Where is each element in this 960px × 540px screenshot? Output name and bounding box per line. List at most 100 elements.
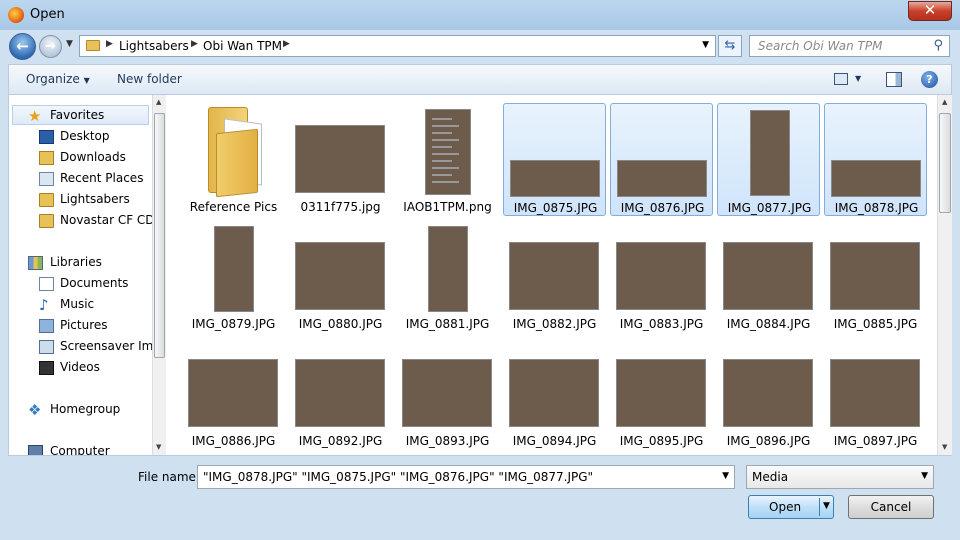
close-button[interactable]: ✕: [908, 1, 952, 21]
file-tile[interactable]: IMG_0894.JPG: [503, 337, 606, 450]
file-tile[interactable]: 0311f775.jpg: [289, 103, 392, 216]
sidebar-item-screensaver[interactable]: Screensaver Imag: [9, 337, 166, 357]
file-list: Reference Pics 0311f775.jpg IAOB1TPM.png IM…: [169, 95, 938, 455]
chevron-down-icon[interactable]: ▼: [722, 471, 729, 481]
sidebar-item-label: Favorites: [50, 108, 105, 122]
image-thumbnail: [510, 160, 600, 197]
file-name-caption: IMG_0883.JPG: [619, 317, 704, 331]
scrollbar-thumb[interactable]: [154, 113, 165, 358]
image-thumbnail: [830, 359, 920, 427]
sidebar-item-lightsabers[interactable]: Lightsabers: [9, 190, 152, 210]
desktop-icon: [39, 130, 54, 144]
chevron-down-icon: ▼: [83, 76, 90, 85]
sidebar-item-videos[interactable]: Videos: [9, 358, 152, 378]
sidebar-item-label: Lightsabers: [60, 192, 130, 206]
file-tile[interactable]: IMG_0892.JPG: [289, 337, 392, 450]
refresh-button[interactable]: ⇆: [718, 35, 742, 57]
organize-button[interactable]: Organize ▼: [26, 72, 90, 86]
file-tile[interactable]: IMG_0878.JPG: [824, 103, 927, 216]
sidebar-scrollbar[interactable]: ▲ ▼: [152, 95, 166, 455]
sidebar-item-recent-places[interactable]: Recent Places: [9, 169, 152, 189]
breadcrumb-lightsabers[interactable]: Lightsabers: [119, 39, 189, 53]
file-tile[interactable]: IMG_0882.JPG: [503, 220, 606, 333]
screensaver-library-icon: [39, 340, 54, 354]
back-button[interactable]: ←: [9, 33, 36, 60]
file-tile[interactable]: IMG_0886.JPG: [182, 337, 285, 450]
new-folder-button[interactable]: New folder: [117, 72, 182, 86]
file-name-input[interactable]: "IMG_0878.JPG" "IMG_0875.JPG" "IMG_0876.…: [197, 465, 735, 489]
computer-icon: [28, 445, 43, 455]
search-input[interactable]: Search Obi Wan TPM ⚲: [749, 35, 950, 57]
file-tile[interactable]: IMG_0876.JPG: [610, 103, 713, 216]
file-name-caption: Reference Pics: [189, 200, 278, 214]
sidebar-item-computer[interactable]: Computer: [9, 442, 152, 455]
navigation-pane: ★ Favorites Desktop Downloads Recent Pla…: [9, 95, 166, 455]
file-name-caption: IMG_0885.JPG: [833, 317, 918, 331]
image-thumbnail: [295, 359, 385, 427]
scroll-down-icon[interactable]: ▼: [942, 443, 947, 451]
file-name-caption: IMG_0876.JPG: [620, 201, 705, 215]
back-arrow-icon: ←: [16, 37, 29, 55]
file-tile[interactable]: IMG_0883.JPG: [610, 220, 713, 333]
file-type-select[interactable]: Media ▼: [746, 465, 934, 489]
scrollbar-thumb[interactable]: [939, 113, 951, 213]
address-dropdown-icon[interactable]: ▼: [702, 40, 709, 50]
sidebar-item-desktop[interactable]: Desktop: [9, 127, 152, 147]
chevron-down-icon[interactable]: ▼: [823, 501, 830, 511]
file-type-value: Media: [752, 470, 789, 484]
file-name-caption: IMG_0884.JPG: [726, 317, 811, 331]
breadcrumb-obi-wan-tpm[interactable]: Obi Wan TPM: [203, 39, 282, 53]
sidebar-item-novastar[interactable]: Novastar CF CDs: [9, 211, 161, 231]
sidebar-item-documents[interactable]: Documents: [9, 274, 152, 294]
file-tile[interactable]: IMG_0885.JPG: [824, 220, 927, 333]
file-tile[interactable]: IMG_0895.JPG: [610, 337, 713, 450]
sidebar-item-label: Homegroup: [50, 402, 121, 416]
file-name-value: "IMG_0878.JPG" "IMG_0875.JPG" "IMG_0876.…: [203, 470, 594, 484]
sidebar-item-label: Pictures: [60, 318, 108, 332]
file-tile[interactable]: IAOB1TPM.png: [396, 103, 499, 216]
image-thumbnail: [402, 359, 492, 427]
file-tile[interactable]: IMG_0896.JPG: [717, 337, 820, 450]
file-name-caption: IMG_0875.JPG: [513, 201, 598, 215]
breadcrumb-separator-icon[interactable]: ▶: [106, 39, 113, 49]
file-tile[interactable]: IMG_0881.JPG: [396, 220, 499, 333]
sidebar-item-libraries[interactable]: Libraries: [9, 253, 152, 273]
scroll-up-icon[interactable]: ▲: [942, 98, 947, 106]
sidebar-item-downloads[interactable]: Downloads: [9, 148, 152, 168]
sidebar-item-favorites[interactable]: ★ Favorites: [12, 105, 149, 125]
file-tile[interactable]: IMG_0897.JPG: [824, 337, 927, 450]
address-row: ← → ▼ ▶ Lightsabers ▶ Obi Wan TPM ▶ ▼ ⇆ …: [0, 30, 960, 62]
forward-button[interactable]: →: [39, 35, 62, 58]
image-thumbnail: [509, 359, 599, 427]
libraries-icon: [28, 256, 43, 270]
view-options-dropdown-icon[interactable]: ▼: [855, 74, 861, 83]
file-tile[interactable]: IMG_0884.JPG: [717, 220, 820, 333]
file-tile[interactable]: IMG_0875.JPG: [503, 103, 606, 216]
help-icon[interactable]: ?: [921, 71, 938, 88]
breadcrumb-separator-icon[interactable]: ▶: [283, 39, 290, 49]
title-bar: Open ✕: [0, 0, 960, 30]
address-bar[interactable]: ▶ Lightsabers ▶ Obi Wan TPM ▶ ▼: [79, 35, 716, 57]
search-icon[interactable]: ⚲: [933, 38, 943, 53]
file-list-scrollbar[interactable]: ▲ ▼: [937, 95, 952, 455]
file-tile[interactable]: IMG_0893.JPG: [396, 337, 499, 450]
file-name-caption: 0311f775.jpg: [300, 200, 381, 214]
recent-pages-dropdown-icon[interactable]: ▼: [66, 39, 73, 49]
scroll-down-icon[interactable]: ▼: [156, 443, 161, 451]
sidebar-item-music[interactable]: ♪ Music: [9, 295, 152, 315]
chevron-down-icon: ▼: [921, 471, 928, 481]
cancel-button[interactable]: Cancel: [848, 495, 934, 519]
open-button[interactable]: Open ▼: [748, 495, 834, 519]
scroll-up-icon[interactable]: ▲: [156, 98, 161, 106]
preview-pane-icon[interactable]: [884, 70, 904, 88]
sidebar-item-pictures[interactable]: Pictures: [9, 316, 152, 336]
file-tile[interactable]: IMG_0879.JPG: [182, 220, 285, 333]
file-tile[interactable]: IMG_0877.JPG: [717, 103, 820, 216]
file-name-caption: IMG_0893.JPG: [405, 434, 490, 448]
change-view-icon[interactable]: [831, 70, 851, 88]
sidebar-item-homegroup[interactable]: ❖ Homegroup: [9, 400, 152, 420]
folder-tile[interactable]: Reference Pics: [182, 103, 285, 216]
breadcrumb-separator-icon[interactable]: ▶: [191, 39, 198, 49]
downloads-folder-icon: [39, 151, 54, 165]
file-tile[interactable]: IMG_0880.JPG: [289, 220, 392, 333]
